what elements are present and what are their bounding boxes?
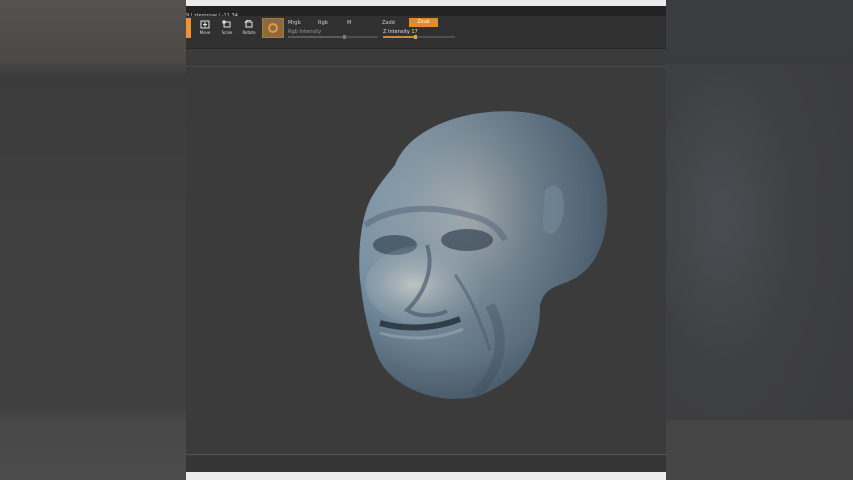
right-backdrop-top: [666, 0, 853, 64]
move-label: Move: [199, 30, 211, 35]
brush-icon: [268, 23, 278, 33]
zadd-label[interactable]: Zadd: [382, 20, 395, 26]
right-backdrop-bottom: [666, 420, 853, 480]
rgb-intensity-knob[interactable]: [342, 35, 346, 39]
move-icon: [200, 20, 210, 29]
sculpted-head-model[interactable]: [355, 105, 615, 405]
scale-button[interactable]: Scale: [216, 18, 238, 38]
bottom-shelf: [186, 456, 666, 472]
move-button[interactable]: Move: [194, 18, 216, 38]
top-toolbar: Move Scale Rotate Mrgb Rgb M Zadd Zsub R…: [186, 16, 666, 49]
zsub-button[interactable]: Zsub: [409, 18, 438, 27]
edit-mode-indicator[interactable]: [186, 18, 191, 38]
rgb-toggle[interactable]: Rgb: [318, 20, 328, 26]
canvas-bottom-divider: [186, 454, 666, 455]
canvas-top-divider: [186, 66, 666, 67]
left-backdrop-top: [0, 0, 186, 64]
z-intensity-fill: [383, 36, 416, 38]
rgb-intensity-fill: [288, 36, 344, 38]
left-backdrop: [0, 0, 186, 480]
rgb-intensity-slider[interactable]: [288, 35, 378, 39]
document-strip: 9 | ztemnow | -11.34: [186, 6, 666, 19]
status-strip: [186, 472, 666, 480]
scale-label: Scale: [221, 30, 233, 35]
z-intensity-label: Z Intensity 17: [383, 29, 418, 35]
rotate-button[interactable]: Rotate: [238, 18, 260, 38]
right-backdrop: [666, 0, 853, 480]
brush-selector[interactable]: [262, 18, 284, 38]
rotate-label: Rotate: [242, 30, 256, 35]
z-intensity-slider[interactable]: [383, 35, 455, 39]
rotate-icon: [244, 20, 253, 28]
z-intensity-knob[interactable]: [414, 35, 418, 39]
rgb-intensity-label: Rgb Intensity: [288, 29, 322, 35]
left-backdrop-bottom: [0, 420, 186, 480]
scale-icon: [222, 20, 231, 28]
m-toggle[interactable]: M: [347, 20, 351, 26]
mrgb-toggle[interactable]: Mrgb: [288, 20, 301, 26]
